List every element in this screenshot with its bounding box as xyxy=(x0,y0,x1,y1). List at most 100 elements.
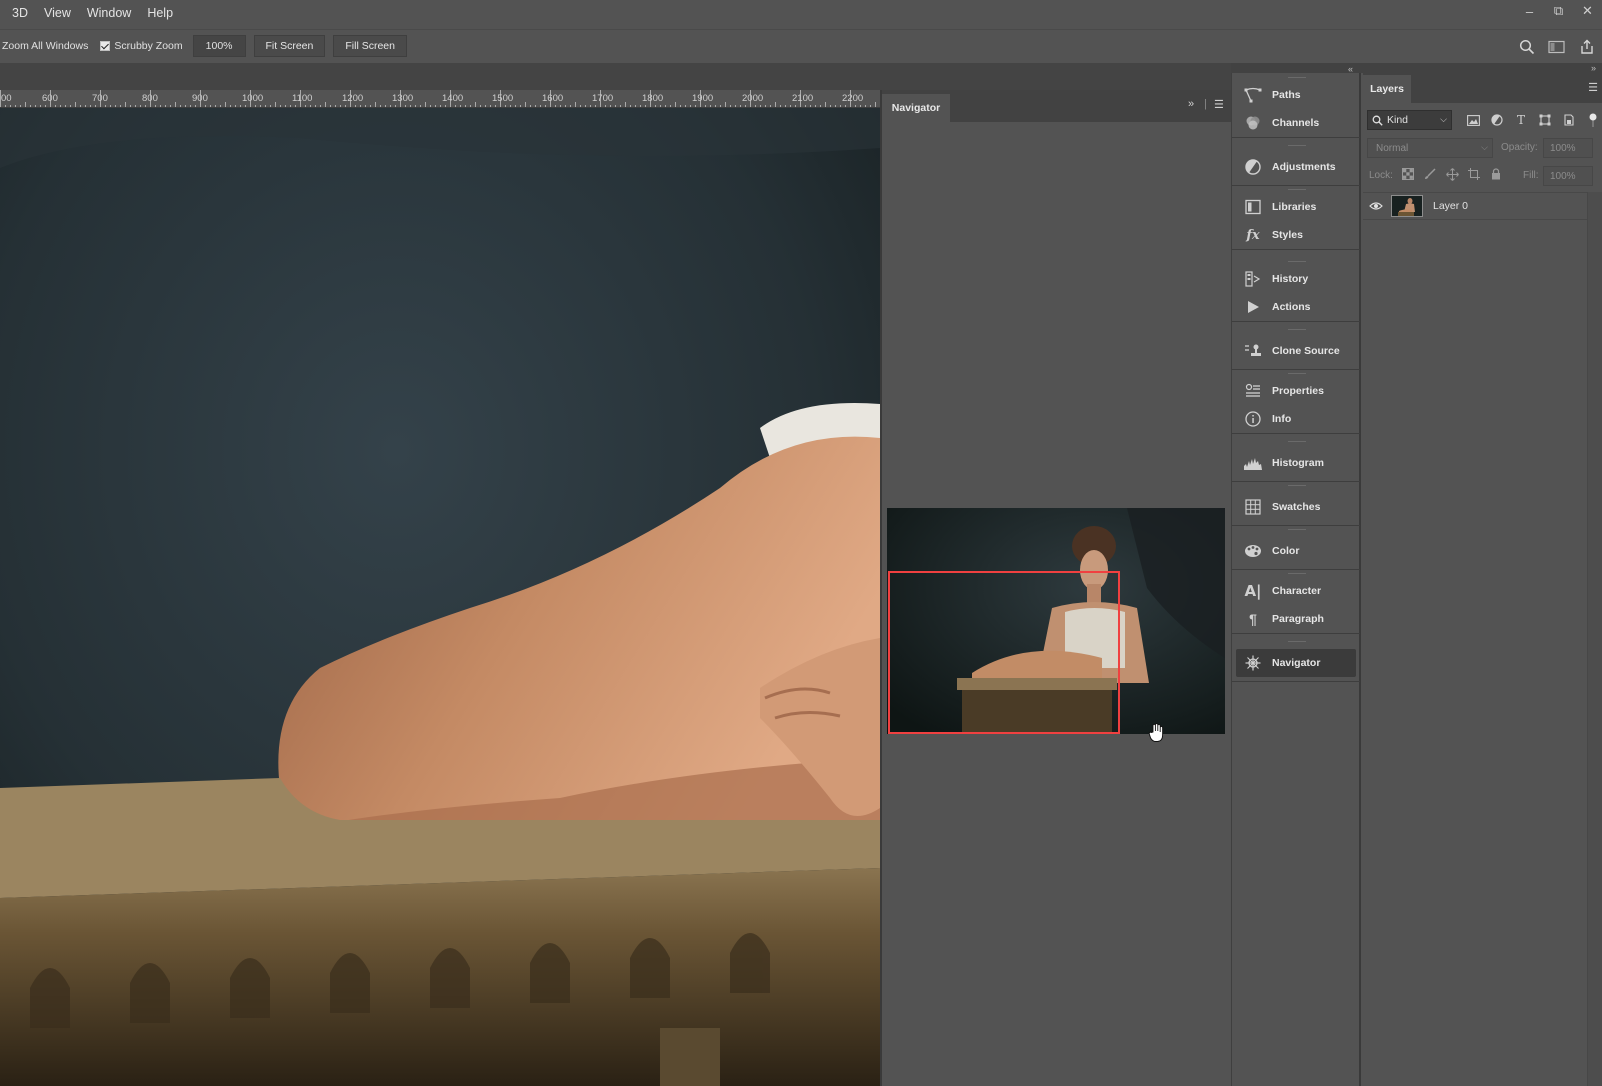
dock-grip[interactable] xyxy=(1288,261,1306,263)
ruler-label: 1400 xyxy=(442,93,464,104)
document-canvas[interactable] xyxy=(0,108,880,1086)
lock-image-pixels-brush-icon[interactable] xyxy=(1419,165,1441,183)
dock-label: Libraries xyxy=(1272,201,1317,213)
actions-play-icon xyxy=(1242,298,1264,316)
close-button[interactable]: ✕ xyxy=(1573,0,1602,22)
lock-position-move-icon[interactable] xyxy=(1441,165,1463,183)
layers-scrollbar[interactable] xyxy=(1587,192,1602,1086)
checkbox-checked-icon[interactable] xyxy=(100,41,111,51)
fit-screen-button[interactable]: Fit Screen xyxy=(253,35,326,57)
ruler-label: 1600 xyxy=(542,93,564,104)
dock-grip[interactable] xyxy=(1288,641,1306,643)
panel-menu-icon[interactable]: ☰ xyxy=(1214,98,1224,111)
dock-grip[interactable] xyxy=(1288,373,1306,375)
minimize-button[interactable]: – xyxy=(1515,0,1544,22)
zoom-percent-field[interactable]: 100% xyxy=(192,35,246,57)
dock-grip[interactable] xyxy=(1288,441,1306,443)
ruler-label: 1100 xyxy=(292,93,313,104)
tab-navigator[interactable]: Navigator xyxy=(882,94,950,122)
fill-field[interactable]: 100% xyxy=(1543,166,1593,186)
dock-label: Adjustments xyxy=(1272,161,1336,173)
swatches-grid-icon xyxy=(1242,498,1264,516)
dock-item-actions[interactable]: Actions xyxy=(1232,293,1360,321)
dock-item-swatches[interactable]: Swatches xyxy=(1232,489,1360,525)
share-icon[interactable] xyxy=(1572,39,1602,55)
layer-name[interactable]: Layer 0 xyxy=(1433,200,1468,212)
dock-grip[interactable] xyxy=(1288,145,1306,147)
dock-item-navigator[interactable]: Navigator xyxy=(1236,649,1356,677)
layer-filter-kind-select[interactable]: Kind ⌵ xyxy=(1367,110,1452,130)
eye-visibility-icon[interactable] xyxy=(1363,201,1389,211)
layer-row[interactable]: Layer 0 xyxy=(1363,192,1587,220)
dock-item-info[interactable]: Info xyxy=(1232,405,1360,433)
navigator-icon xyxy=(1242,654,1264,672)
dock-grip[interactable] xyxy=(1288,189,1306,191)
dock-label: Paths xyxy=(1272,89,1301,101)
hand-cursor-icon xyxy=(1148,723,1164,742)
dock-item-character[interactable]: A| Character xyxy=(1232,577,1360,605)
adjustment-layer-filter-icon[interactable] xyxy=(1485,111,1509,129)
navigator-panel: Navigator » | ☰ xyxy=(880,90,1231,1086)
ruler-label: 1200 xyxy=(342,93,364,104)
filter-toggle-icon[interactable] xyxy=(1581,111,1602,129)
type-layer-filter-icon[interactable]: T xyxy=(1509,111,1533,129)
dock-item-clone-source[interactable]: Clone Source xyxy=(1232,333,1360,369)
dock-grip[interactable] xyxy=(1288,329,1306,331)
dock-item-paths[interactable]: Paths xyxy=(1232,81,1360,109)
dock-item-channels[interactable]: Channels xyxy=(1232,109,1360,137)
opacity-field[interactable]: 100% xyxy=(1543,138,1593,158)
menu-view[interactable]: View xyxy=(36,0,79,26)
dock-grip[interactable] xyxy=(1288,77,1306,79)
dock-item-libraries[interactable]: Libraries xyxy=(1232,193,1360,221)
collapse-dock-icon[interactable]: « xyxy=(1348,64,1353,74)
scrubby-zoom-checkbox[interactable]: Scrubby Zoom xyxy=(100,40,183,52)
collapse-layers-icon[interactable]: » xyxy=(1591,63,1596,73)
panel-dock-header xyxy=(1231,63,1602,73)
dock-grip[interactable] xyxy=(1288,529,1306,531)
window-controls: – ⧉ ✕ xyxy=(1515,0,1602,22)
opacity-label: Opacity: xyxy=(1501,142,1538,153)
search-icon[interactable] xyxy=(1512,39,1542,55)
kind-label: Kind xyxy=(1387,114,1409,126)
tab-layers[interactable]: Layers xyxy=(1363,75,1411,103)
ruler-label: 1700 xyxy=(592,93,614,104)
lock-all-icon[interactable] xyxy=(1485,165,1507,183)
lock-transparent-pixels-icon[interactable] xyxy=(1397,165,1419,183)
collapse-chevrons-icon[interactable]: » xyxy=(1188,98,1194,110)
smart-object-filter-icon[interactable] xyxy=(1557,111,1581,129)
pixel-layer-filter-icon[interactable] xyxy=(1461,111,1485,129)
panel-menu-icon[interactable]: ☰ xyxy=(1588,81,1598,94)
dock-group-histogram: Histogram xyxy=(1232,445,1360,482)
document-tab-strip xyxy=(0,63,1231,90)
shape-layer-filter-icon[interactable] xyxy=(1533,111,1557,129)
divider-icon: | xyxy=(1204,98,1207,110)
fill-screen-button[interactable]: Fill Screen xyxy=(333,35,407,57)
dock-group-clone-source: Clone Source xyxy=(1232,333,1360,370)
dock-label: Swatches xyxy=(1272,501,1321,513)
menu-3d[interactable]: 3D xyxy=(0,0,36,26)
dock-item-properties[interactable]: Properties xyxy=(1232,377,1360,405)
layers-tab-bar: Layers ☰ xyxy=(1363,73,1602,103)
dock-item-history[interactable]: History xyxy=(1232,265,1360,293)
menu-window[interactable]: Window xyxy=(79,0,139,26)
dock-item-adjustments[interactable]: Adjustments xyxy=(1232,149,1360,185)
horizontal-ruler[interactable]: 00 600 700 800 900 1000 1100 1200 1300 1… xyxy=(0,90,880,108)
dock-item-color[interactable]: Color xyxy=(1232,533,1360,569)
dock-item-styles[interactable]: fx Styles xyxy=(1232,221,1360,249)
layers-panel: » Layers ☰ Kind ⌵ T Normal ⌵ Opacity: 10… xyxy=(1363,63,1602,1086)
dock-item-paragraph[interactable]: ¶ Paragraph xyxy=(1232,605,1360,633)
dock-grip[interactable] xyxy=(1288,485,1306,487)
dock-group-navigator: Navigator xyxy=(1232,645,1360,682)
dock-grip[interactable] xyxy=(1288,573,1306,575)
libraries-icon xyxy=(1242,198,1264,216)
workspace-icon[interactable] xyxy=(1542,40,1572,54)
navigator-view-box[interactable] xyxy=(888,571,1120,734)
chevron-down-icon: ⌵ xyxy=(1481,142,1488,152)
menu-help[interactable]: Help xyxy=(139,0,181,26)
dock-item-histogram[interactable]: Histogram xyxy=(1232,445,1360,481)
zoom-all-windows-option[interactable]: Zoom All Windows xyxy=(2,40,88,52)
lock-artboard-icon[interactable] xyxy=(1463,165,1485,183)
restore-button[interactable]: ⧉ xyxy=(1544,0,1573,22)
blend-mode-select[interactable]: Normal ⌵ xyxy=(1367,138,1493,158)
dock-label: Styles xyxy=(1272,229,1303,241)
